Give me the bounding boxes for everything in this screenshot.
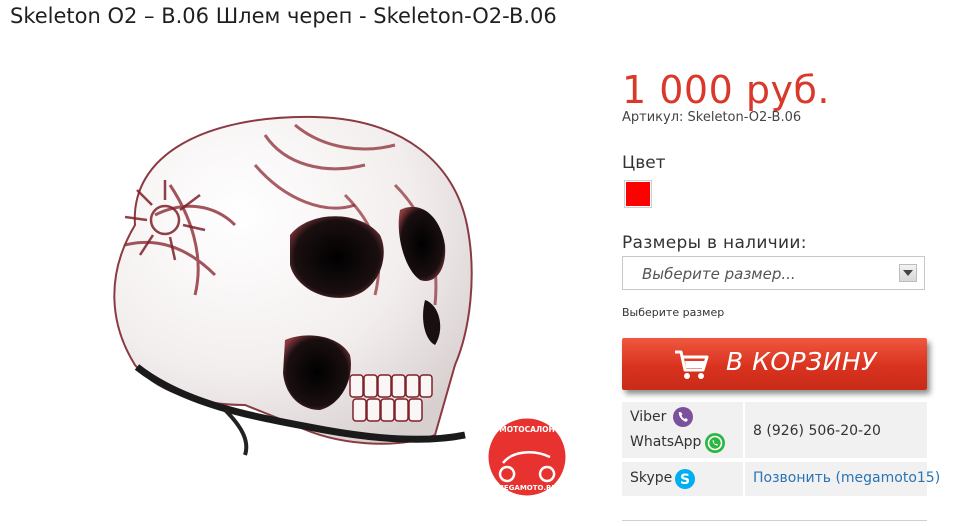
add-to-cart-button[interactable]: В КОРЗИНУ [622, 338, 927, 390]
sizes-label: Размеры в наличии: [622, 233, 807, 253]
skype-call-link[interactable]: Позвонить (megamoto15) [753, 470, 940, 486]
product-image[interactable]: МОТОСАЛОН MEGAMOTO.RU [95, 105, 575, 500]
skype-icon[interactable]: S [674, 468, 696, 490]
size-select[interactable]: Выберите размер... [622, 256, 925, 290]
size-hint: Выберите размер [622, 306, 725, 319]
skype-label: Skype [630, 470, 673, 486]
phone-number[interactable]: 8 (926) 506-20-20 [753, 423, 881, 439]
add-to-cart-label: В КОРЗИНУ [726, 347, 877, 376]
product-price: 1 000 руб. [622, 68, 830, 112]
size-select-value: Выберите размер... [642, 265, 796, 283]
contact-row-messengers: Viber WhatsApp 8 (926) 506-20-20 [622, 402, 927, 458]
color-swatch-red[interactable] [624, 180, 652, 208]
viber-label: Viber [630, 409, 667, 425]
watermark-bottom-text: MEGAMOTO.RU [497, 484, 557, 492]
contact-row-skype: Skype S Позвонить (megamoto15) [622, 462, 940, 496]
whatsapp-icon[interactable] [704, 432, 726, 454]
contacts-table: Viber WhatsApp 8 (926) 506-20-20 Skype S [622, 402, 940, 500]
divider [622, 520, 927, 521]
product-title: Skeleton O2 – B.06 Шлем череп - Skeleton… [10, 4, 557, 28]
color-label: Цвет [622, 153, 666, 173]
watermark-top-text: МОТОСАЛОН [499, 425, 555, 434]
product-sku: Артикул: Skeleton-O2-B.06 [622, 110, 802, 125]
watermark-logo: МОТОСАЛОН MEGAMOTO.RU [485, 415, 569, 499]
viber-icon[interactable] [672, 406, 694, 428]
svg-text:S: S [680, 472, 690, 488]
dropdown-arrow-icon[interactable] [899, 264, 917, 282]
whatsapp-label: WhatsApp [630, 434, 702, 450]
cart-icon [675, 350, 709, 379]
